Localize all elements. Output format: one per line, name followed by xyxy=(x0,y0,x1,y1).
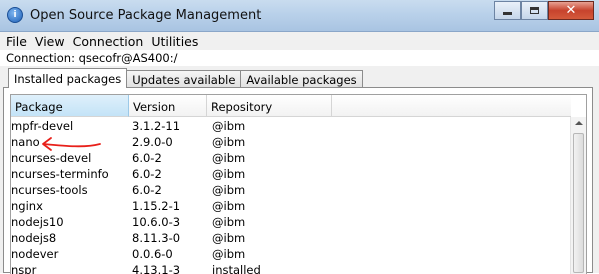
column-header-version[interactable]: Version xyxy=(129,95,207,117)
column-header-filler xyxy=(332,95,571,117)
repository-cell: @ibm xyxy=(212,247,246,261)
minimize-button[interactable] xyxy=(494,1,521,20)
connection-label: Connection: qsecofr@AS400:/ xyxy=(6,51,178,65)
table-row[interactable]: nspr 4.13.1-3 installed xyxy=(11,262,571,274)
installed-packages-panel: Package Version Repository mpfr-devel 3.1… xyxy=(3,87,593,274)
column-header-repository[interactable]: Repository xyxy=(207,95,332,117)
repository-cell: @ibm xyxy=(212,231,246,245)
package-cell: nodejs8 xyxy=(11,231,57,245)
version-cell: 3.1.2-11 xyxy=(132,119,181,133)
tab-strip: Installed packages Updates available Ava… xyxy=(8,68,363,88)
repository-cell: @ibm xyxy=(212,183,246,197)
tabs-area: Installed packages Updates available Ava… xyxy=(0,66,599,274)
version-cell: 6.0-2 xyxy=(132,183,162,197)
repository-cell: installed xyxy=(212,263,261,274)
package-cell: nodever xyxy=(11,247,59,261)
table-row[interactable]: ncurses-tools 6.0-2 @ibm xyxy=(11,182,571,198)
package-cell: ncurses-terminfo xyxy=(11,167,109,181)
repository-cell: @ibm xyxy=(212,215,246,229)
minimize-icon xyxy=(503,12,512,15)
table-row[interactable]: nodever 0.0.6-0 @ibm xyxy=(11,246,571,262)
table-row[interactable]: nodejs10 10.6.0-3 @ibm xyxy=(11,214,571,230)
maximize-icon xyxy=(530,7,539,14)
repository-cell: @ibm xyxy=(212,167,246,181)
packages-table: Package Version Repository mpfr-devel 3.1… xyxy=(10,94,587,274)
table-row[interactable]: mpfr-devel 3.1.2-11 @ibm xyxy=(11,118,571,134)
column-header-package[interactable]: Package xyxy=(11,95,129,117)
scroll-up-icon[interactable] xyxy=(575,121,583,125)
window-title: Open Source Package Management xyxy=(30,8,262,23)
table-row[interactable]: ncurses-terminfo 6.0-2 @ibm xyxy=(11,166,571,182)
repository-cell: @ibm xyxy=(212,151,246,165)
version-cell: 6.0-2 xyxy=(132,167,162,181)
menu-file[interactable]: File xyxy=(6,34,27,49)
menu-connection[interactable]: Connection xyxy=(73,34,144,49)
repository-cell: @ibm xyxy=(212,119,246,133)
scrollbar-thumb[interactable] xyxy=(573,133,584,273)
title-bar[interactable]: i Open Source Package Management ✕ xyxy=(0,0,599,32)
tab-updates-available[interactable]: Updates available xyxy=(126,70,242,87)
menu-utilities[interactable]: Utilities xyxy=(151,34,198,49)
package-cell: ncurses-tools xyxy=(11,183,88,197)
table-row[interactable]: nginx 1.15.2-1 @ibm xyxy=(11,198,571,214)
close-icon: ✕ xyxy=(565,3,577,18)
version-cell: 2.9.0-0 xyxy=(132,135,173,149)
tab-installed-packages[interactable]: Installed packages xyxy=(8,68,128,88)
vertical-scrollbar[interactable] xyxy=(570,117,586,274)
tab-available-packages[interactable]: Available packages xyxy=(240,70,363,87)
version-cell: 10.6.0-3 xyxy=(132,215,181,229)
menu-bar: File View Connection Utilities xyxy=(0,32,599,50)
version-cell: 6.0-2 xyxy=(132,151,162,165)
app-icon: i xyxy=(7,7,23,23)
repository-cell: @ibm xyxy=(212,199,246,213)
window-controls: ✕ xyxy=(494,1,594,21)
table-header: Package Version Repository xyxy=(11,95,571,117)
version-cell: 8.11.3-0 xyxy=(132,231,181,245)
close-button[interactable]: ✕ xyxy=(548,1,594,20)
package-cell: nspr xyxy=(11,263,37,274)
version-cell: 4.13.1-3 xyxy=(132,263,181,274)
version-cell: 1.15.2-1 xyxy=(132,199,181,213)
version-cell: 0.0.6-0 xyxy=(132,247,173,261)
menu-view[interactable]: View xyxy=(35,34,65,49)
package-cell: mpfr-devel xyxy=(11,119,74,133)
maximize-button[interactable] xyxy=(521,1,548,20)
repository-cell: @ibm xyxy=(212,135,246,149)
red-arrow-icon xyxy=(42,137,101,151)
package-cell: nodejs10 xyxy=(11,215,64,229)
package-cell: nginx xyxy=(11,199,43,213)
table-row[interactable]: nodejs8 8.11.3-0 @ibm xyxy=(11,230,571,246)
